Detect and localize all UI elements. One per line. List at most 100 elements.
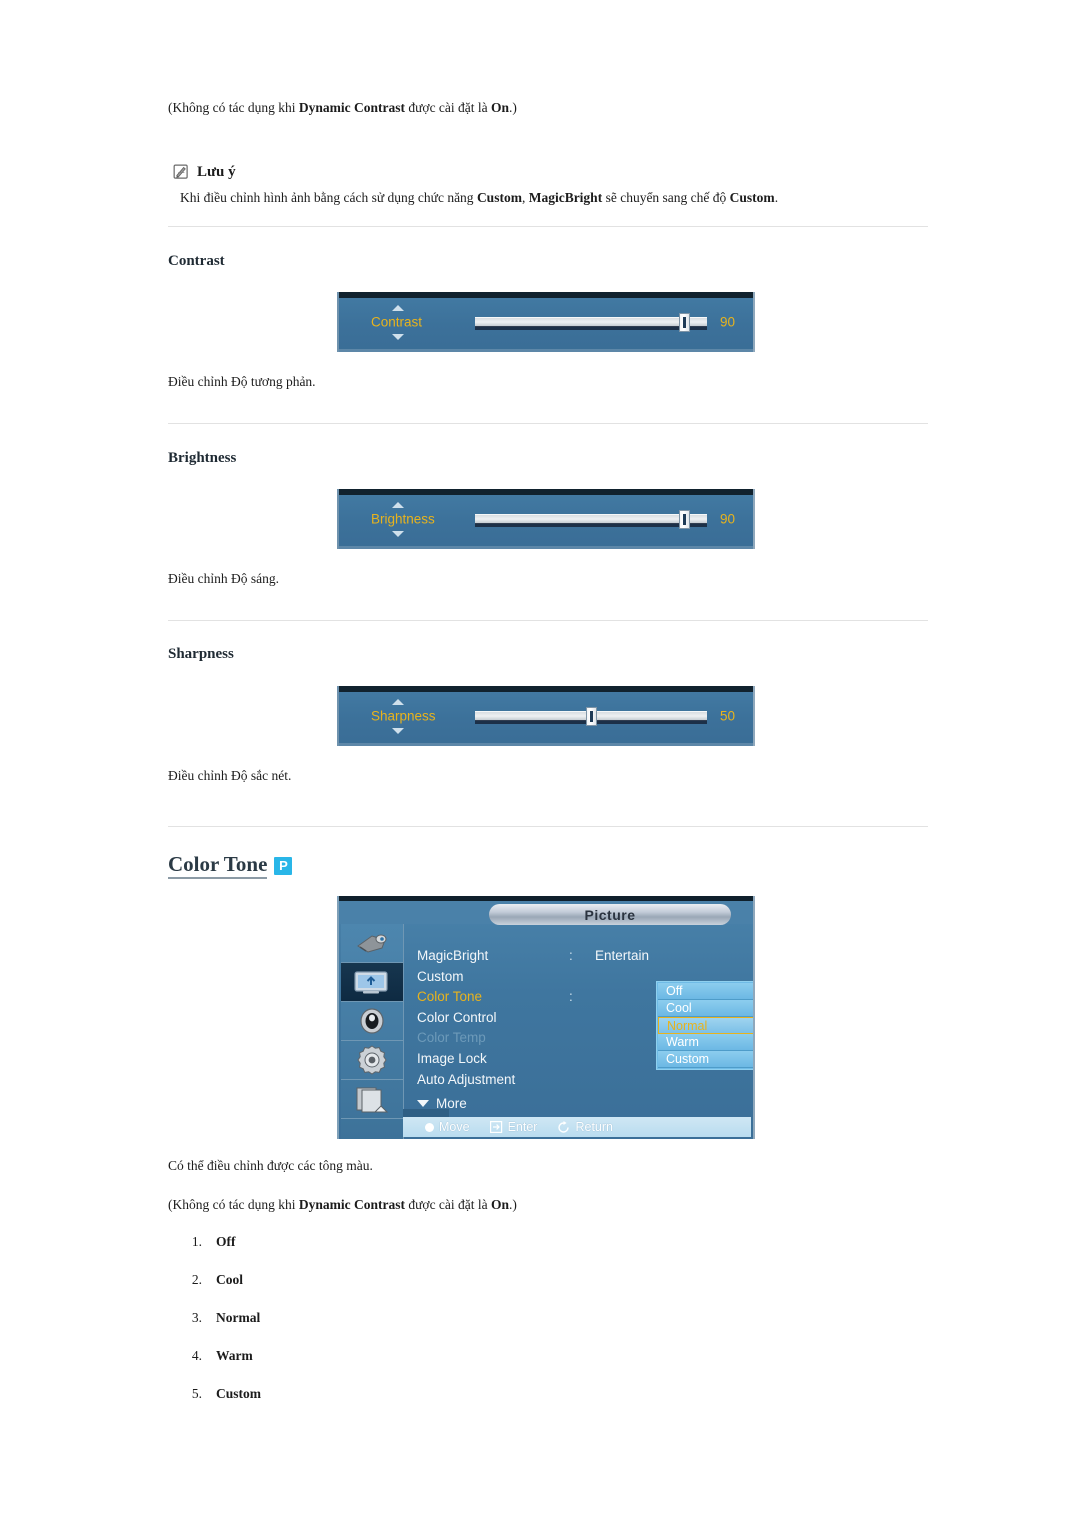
osd-footer-move[interactable]: Move (425, 1120, 470, 1134)
osd-slider-brightness[interactable]: Brightness 90 (337, 489, 755, 549)
caption-color-tone: Có thể điều chỉnh được các tông màu. (168, 1158, 373, 1173)
osd-slider-contrast-topbar (339, 292, 753, 298)
enter-icon (489, 1121, 502, 1133)
caption-contrast: Điều chỉnh Độ tương phản. (168, 374, 316, 389)
sound-icon (360, 1008, 384, 1034)
divider-2 (168, 423, 928, 424)
note-bold-magicbright: MagicBright (528, 190, 603, 205)
osd-dropdown-item-custom[interactable]: Custom (658, 1051, 753, 1068)
osd-item-auto-adjustment[interactable]: Auto Adjustment (417, 1072, 515, 1087)
osd-slider-contrast-value: 90 (719, 314, 735, 330)
chevron-down-icon (417, 1100, 429, 1107)
picture-badge-icon: P (274, 856, 293, 875)
color-tone-note-suffix: .) (509, 1197, 517, 1212)
osd-footer-enter-label: Enter (507, 1120, 538, 1134)
osd-slider-brightness-handle[interactable] (678, 510, 690, 529)
osd-item-color-control[interactable]: Color Control (417, 1010, 497, 1025)
osd-slider-sharpness-handle[interactable] (586, 707, 597, 726)
list-item-label: Custom (216, 1386, 262, 1401)
note-text-mid2: sẽ chuyển sang chế độ (602, 190, 730, 205)
note-paragraph: Khi điều chỉnh hình ảnh bằng cách sử dụn… (180, 190, 778, 206)
color-tone-heading-text[interactable]: Color Tone (168, 852, 268, 879)
divider-4 (168, 826, 928, 827)
osd-slider-contrast-up-arrow-icon[interactable] (392, 305, 404, 311)
setup-gear-icon (357, 1045, 387, 1075)
osd-item-color-temp: Color Temp (417, 1030, 486, 1045)
note-text-prefix: Khi điều chỉnh hình ảnh bằng cách sử dụn… (180, 190, 477, 205)
list-item-label: Warm (216, 1348, 253, 1363)
osd-colon-magicbright: : (569, 948, 573, 963)
osd-slider-contrast-botbar (339, 349, 753, 352)
osd-slider-sharpness-down-arrow-icon[interactable] (392, 728, 404, 734)
list-item-number: 2. (191, 1272, 202, 1287)
osd-slider-sharpness-value: 50 (719, 708, 735, 724)
osd-menu-footer: Move Enter Return (403, 1117, 751, 1137)
osd-slider-sharpness-track-wrap[interactable] (475, 707, 707, 726)
osd-item-magicbright[interactable]: MagicBright (417, 948, 488, 963)
osd-sidebar-picture-icon[interactable] (341, 963, 403, 1002)
return-icon (558, 1120, 570, 1133)
osd-menu-title-pill: Picture (489, 904, 731, 925)
divider-3 (168, 620, 928, 621)
osd-slider-contrast-handle[interactable] (678, 313, 690, 332)
osd-sidebar-input-source-icon[interactable] (341, 924, 403, 963)
input-source-icon (357, 934, 387, 953)
osd-menu-sidebar[interactable] (341, 924, 404, 1139)
list-item-label: Cool (216, 1272, 243, 1287)
list-item-number: 3. (191, 1310, 202, 1325)
osd-picture-menu[interactable]: Picture MagicBright: Entertain Custom C… (337, 896, 755, 1139)
osd-dropdown-item-normal[interactable]: Normal (658, 1017, 753, 1034)
osd-sidebar-multi-control-icon[interactable] (341, 1080, 403, 1119)
osd-item-custom[interactable]: Custom (417, 969, 464, 984)
section-heading-brightness: Brightness (168, 450, 237, 466)
note-label: Lưu ý (197, 164, 236, 180)
osd-slider-sharpness-up-arrow-icon[interactable] (392, 699, 404, 705)
osd-slider-brightness-up-arrow-icon[interactable] (392, 502, 404, 508)
section-heading-sharpness: Sharpness (168, 646, 234, 662)
osd-footer-return[interactable]: Return (557, 1120, 613, 1134)
osd-dropdown-item-cool[interactable]: Cool (658, 1000, 753, 1017)
osd-footer-move-label: Move (439, 1120, 470, 1134)
caption-sharpness: Điều chỉnh Độ sắc nét. (168, 768, 292, 783)
color-tone-note-bold-on: On (491, 1197, 510, 1212)
osd-slider-brightness-track-shadow (475, 523, 707, 527)
osd-dropdown-item-warm[interactable]: Warm (658, 1034, 753, 1051)
list-item-label: Off (216, 1234, 236, 1249)
osd-menu-body: MagicBright : Entertain Custom Color Ton… (403, 924, 753, 1117)
multi-control-icon (356, 1087, 389, 1113)
osd-sidebar-sound-icon[interactable] (341, 1002, 403, 1041)
top-note-paragraph: (Không có tác dụng khi Dynamic Contrast … (168, 100, 517, 116)
list-item-number: 5. (191, 1386, 202, 1401)
osd-item-image-lock[interactable]: Image Lock (417, 1051, 487, 1066)
osd-slider-contrast[interactable]: Contrast 90 (337, 292, 755, 352)
osd-colon-color-tone: : (569, 989, 573, 1004)
osd-slider-brightness-botbar (339, 546, 753, 549)
color-tone-heading[interactable]: Color Tone P (168, 852, 293, 879)
osd-color-tone-dropdown[interactable]: Off Cool Normal Warm Custom (656, 981, 753, 1070)
osd-slider-contrast-track-shadow (475, 326, 707, 330)
osd-slider-sharpness-botbar (339, 743, 753, 746)
osd-footer-return-label: Return (575, 1120, 613, 1134)
osd-item-color-tone[interactable]: Color Tone (417, 989, 482, 1004)
osd-slider-brightness-track-wrap[interactable] (475, 510, 707, 529)
manual-page: (Không có tác dụng khi Dynamic Contrast … (0, 0, 1080, 1527)
osd-slider-sharpness[interactable]: Sharpness 50 (337, 686, 755, 746)
note-text-mid: , (521, 190, 529, 205)
osd-footer-notch (403, 1109, 449, 1117)
list-item-label: Normal (216, 1310, 261, 1325)
list-item: 5. Custom (176, 1386, 261, 1402)
osd-footer-enter[interactable]: Enter (489, 1120, 538, 1134)
osd-slider-contrast-down-arrow-icon[interactable] (392, 334, 404, 340)
osd-slider-brightness-topbar (339, 489, 753, 495)
osd-menu-title: Picture (584, 906, 636, 923)
osd-slider-sharpness-topbar (339, 686, 753, 692)
move-dot-icon (425, 1122, 434, 1132)
caption-brightness: Điều chỉnh Độ sáng. (168, 571, 279, 586)
osd-slider-contrast-track-wrap[interactable] (475, 313, 707, 332)
list-item-number: 1. (191, 1234, 202, 1249)
osd-sidebar-setup-gear-icon[interactable] (341, 1041, 403, 1080)
note-text-suffix: . (774, 190, 779, 205)
osd-slider-brightness-value: 90 (719, 511, 735, 527)
osd-dropdown-item-off[interactable]: Off (658, 983, 753, 1000)
osd-slider-brightness-down-arrow-icon[interactable] (392, 531, 404, 537)
